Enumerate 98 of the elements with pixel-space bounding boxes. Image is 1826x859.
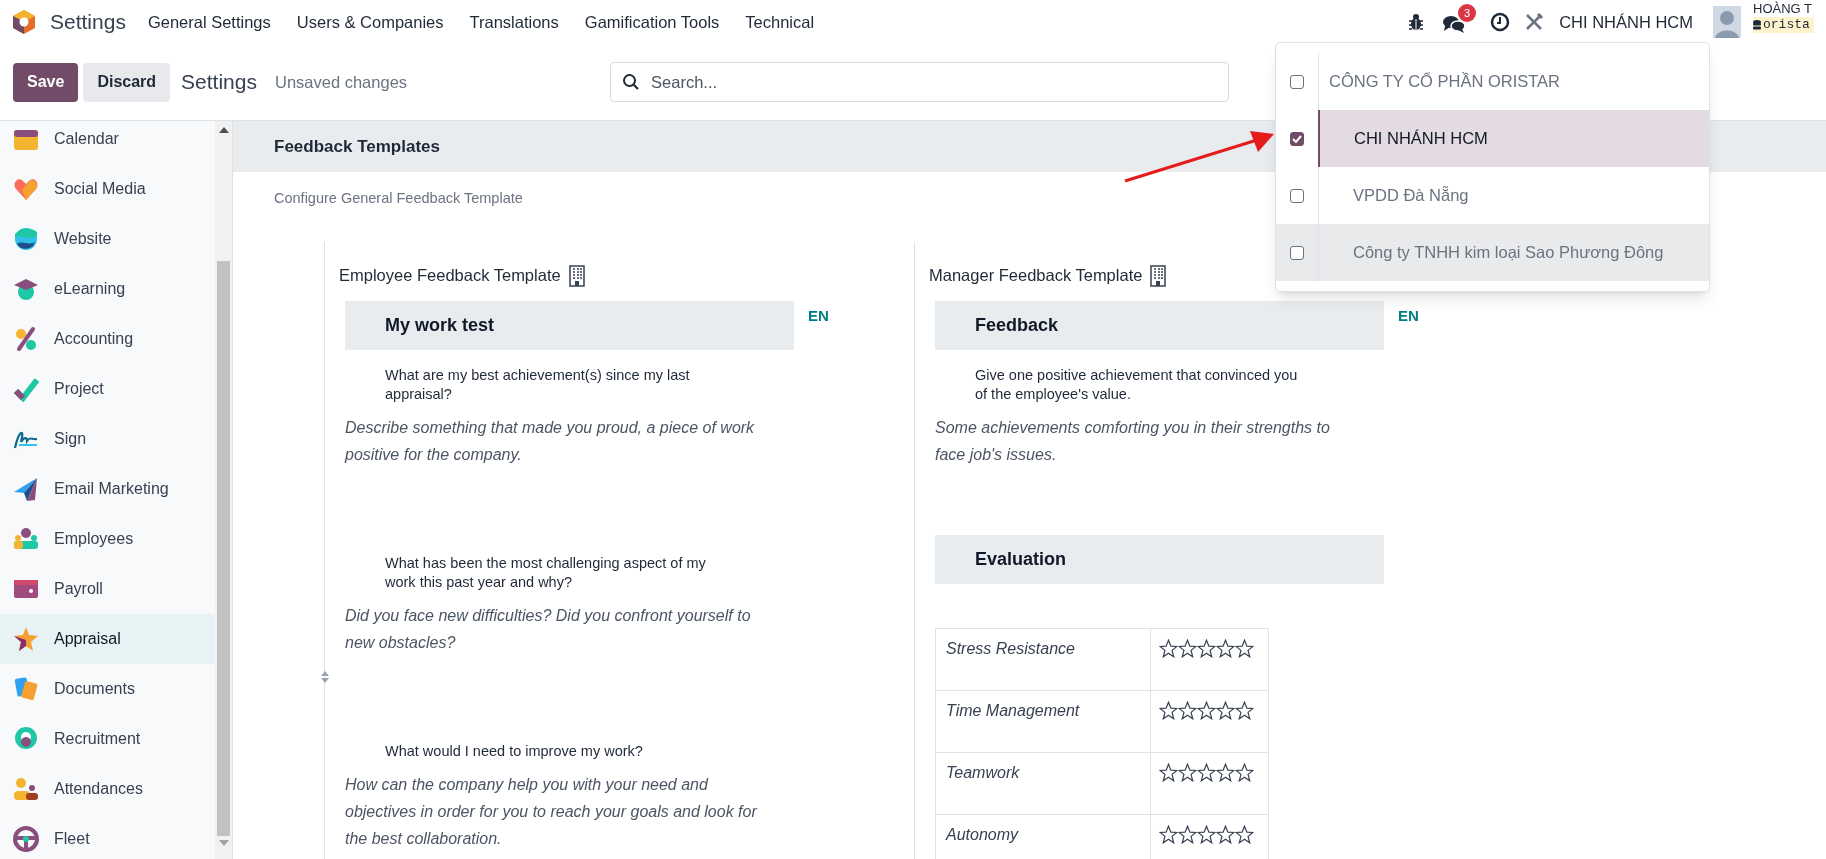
checkbox[interactable] [1290, 245, 1304, 260]
sidebar-item[interactable]: Attendances [0, 764, 214, 814]
template-section-heading: Evaluation [935, 534, 1384, 584]
star-icon[interactable] [1178, 824, 1197, 844]
star-icon[interactable] [1197, 762, 1216, 782]
company-item[interactable]: CÔNG TY CỔ PHẦN ORISTAR [1319, 53, 1709, 110]
checkbox[interactable] [1290, 74, 1304, 89]
bug-icon[interactable] [1408, 13, 1425, 31]
answer-hint: How can the company help you with your need and objectives in order for you to reach your goals and look for the best collaboration. [345, 774, 759, 849]
menu-item[interactable]: Gamification Tools [584, 9, 720, 35]
star-icon[interactable] [1216, 824, 1235, 844]
database-badge: orista [1753, 17, 1814, 33]
star-icon[interactable] [1235, 700, 1254, 720]
star-icon[interactable] [1235, 762, 1254, 782]
drag-handle-icon[interactable] [320, 669, 330, 684]
answer-hint: Some achievements comforting you in their strengths to face job's issues. [935, 417, 1331, 465]
sidebar-item[interactable]: Sign [0, 414, 214, 464]
heart-icon [13, 176, 39, 202]
scrollbar[interactable] [215, 121, 232, 859]
template-title: Employee Feedback Template [339, 265, 561, 287]
star-icon[interactable] [1235, 638, 1254, 658]
star-icon[interactable] [1159, 700, 1178, 720]
sidebar-item[interactable]: Website [0, 214, 214, 264]
page-title: Settings [181, 69, 257, 96]
sidebar-item[interactable]: Documents [0, 664, 214, 714]
user-name[interactable]: HOÀNG T [1753, 1, 1814, 17]
table-cell: Stress Resistance [935, 628, 1151, 691]
steering-wheel-icon [13, 826, 39, 852]
answer-hint: Did you face new difficulties? Did you confront yourself to new obstacles? [345, 605, 752, 653]
app-title[interactable]: Settings [50, 6, 126, 38]
sidebar-item[interactable]: Email Marketing [0, 464, 214, 514]
sidebar-item[interactable]: Project [0, 364, 214, 414]
star-icon[interactable] [1159, 762, 1178, 782]
sidebar-item[interactable]: Accounting [0, 314, 214, 364]
building-icon [1150, 264, 1167, 287]
table-cell: Autonomy [935, 814, 1151, 859]
sidebar-item[interactable]: eLearning [0, 264, 214, 314]
sidebar-item[interactable]: Payroll [0, 564, 214, 614]
star-icon[interactable] [1159, 638, 1178, 658]
search-field[interactable]: Search... [610, 62, 1230, 102]
menu-item[interactable]: Technical [745, 9, 815, 35]
checkbox[interactable] [1290, 131, 1304, 146]
template-section-heading: Feedback [935, 300, 1384, 350]
checkmark-icon [13, 376, 39, 402]
star-icon[interactable] [1178, 700, 1197, 720]
star-icon[interactable] [1159, 824, 1178, 844]
star-icon[interactable] [1216, 638, 1235, 658]
sidebar-item[interactable]: Recruitment [0, 714, 214, 764]
person-icon [13, 776, 39, 802]
question-text: Give one positive achievement that convinced you of the employee's value. [974, 365, 1299, 404]
language-button[interactable]: EN [808, 304, 829, 328]
question-text: What are my best achievement(s) since my last appraisal? [384, 365, 691, 404]
sidebar-item[interactable]: Fleet [0, 814, 214, 859]
checkbox[interactable] [1290, 188, 1304, 203]
company-item[interactable]: CHI NHÁNH HCM [1318, 110, 1709, 167]
unsaved-status: Unsaved changes [274, 71, 408, 93]
save-button[interactable]: Save [13, 62, 79, 102]
section-subtitle: Configure General Feedback Template [274, 189, 523, 208]
answer-hint: Describe something that made you proud, a piece of work positive for the company. [345, 417, 756, 465]
tools-icon[interactable] [1524, 12, 1545, 32]
star-icon[interactable] [1216, 700, 1235, 720]
unread-count-badge: 3 [1458, 4, 1477, 22]
discard-button[interactable]: Discard [83, 62, 171, 102]
people-icon [13, 526, 39, 552]
search-icon [622, 73, 641, 91]
document-icon [13, 676, 39, 702]
percent-icon [13, 326, 39, 352]
sidebar-item[interactable]: Calendar [0, 121, 214, 164]
template-title: Manager Feedback Template [929, 265, 1143, 287]
database-icon [1753, 20, 1761, 30]
star-icon[interactable] [1197, 824, 1216, 844]
company-switcher-button[interactable]: CHI NHÁNH HCM [1559, 9, 1693, 35]
table-cell: Teamwork [935, 752, 1151, 815]
sidebar-item[interactable]: Appraisal [0, 614, 214, 664]
question-text: What would I need to improve my work? [384, 741, 644, 761]
template-section-heading: My work test [345, 300, 794, 350]
star-icon [13, 626, 39, 652]
star-icon[interactable] [1197, 700, 1216, 720]
wave-icon [13, 226, 39, 252]
building-icon [568, 264, 585, 287]
sidebar-item[interactable]: Employees [0, 514, 214, 564]
question-text: What has been the most challenging aspect of my work this past year and why? [384, 553, 707, 592]
menu-item[interactable]: Users & Companies [296, 9, 444, 35]
menu-item[interactable]: General Settings [147, 9, 271, 35]
sidebar-item[interactable]: Social Media [0, 164, 214, 214]
paper-plane-icon [13, 476, 39, 502]
graduation-cap-icon [13, 276, 39, 302]
star-icon[interactable] [1235, 824, 1254, 844]
language-button[interactable]: EN [1398, 304, 1419, 328]
app-logo-icon[interactable] [12, 9, 36, 35]
magnifier-icon [13, 726, 39, 752]
menu-item[interactable]: Translations [469, 9, 559, 35]
clock-icon[interactable] [1490, 12, 1511, 32]
star-icon[interactable] [1216, 762, 1235, 782]
star-icon[interactable] [1197, 638, 1216, 658]
star-icon[interactable] [1178, 762, 1197, 782]
table-cell: Time Management [935, 690, 1151, 753]
star-icon[interactable] [1178, 638, 1197, 658]
